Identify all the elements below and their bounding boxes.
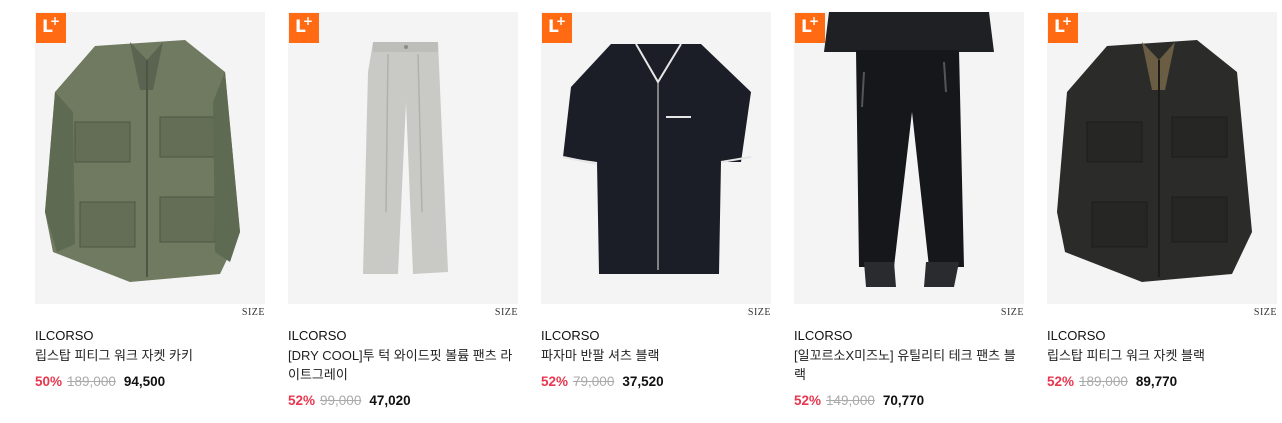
lplus-badge-icon: L +: [795, 13, 825, 43]
product-image[interactable]: L +: [794, 12, 1024, 304]
price-row: 52% 99,000 47,020: [288, 393, 411, 408]
product-name[interactable]: [일꼬르소X미즈노] 유틸리티 테크 팬츠 블랙: [794, 346, 1024, 384]
product-card[interactable]: L + SIZE ILCORSO [DRY COOL]투 턱 와이드핏 볼륨 팬츠…: [288, 12, 518, 423]
product-name[interactable]: 파자마 반팔 셔츠 블랙: [541, 346, 771, 365]
lplus-badge-icon: L +: [36, 13, 66, 43]
sale-price: 47,020: [369, 393, 411, 408]
product-name[interactable]: [DRY COOL]투 턱 와이드핏 볼륨 팬츠 라이트그레이: [288, 346, 518, 384]
product-name[interactable]: 립스탑 피티그 워크 자켓 블랙: [1047, 346, 1277, 365]
brand-name: ILCORSO: [541, 328, 600, 343]
discount-rate: 52%: [541, 374, 569, 389]
product-image[interactable]: L +: [1047, 12, 1277, 304]
product-image[interactable]: L +: [35, 12, 265, 304]
original-price: 79,000: [573, 374, 615, 389]
product-grid: L + SIZE ILCORSO 립스탑 피티그 워크 자켓 카키 50% 189,…: [35, 12, 1282, 423]
price-row: 52% 79,000 37,520: [541, 374, 664, 389]
lplus-badge-icon: L +: [542, 13, 572, 43]
black-jacket-image: [1057, 40, 1252, 282]
discount-rate: 52%: [1047, 374, 1075, 389]
price-row: 52% 149,000 70,770: [794, 393, 924, 408]
product-image[interactable]: L +: [288, 12, 518, 304]
size-label[interactable]: SIZE: [748, 307, 771, 318]
product-image[interactable]: L +: [541, 12, 771, 304]
price-row: 52% 189,000 89,770: [1047, 374, 1177, 389]
sale-price: 89,770: [1135, 374, 1178, 389]
brand-name: ILCORSO: [794, 328, 853, 343]
brand-name: ILCORSO: [1047, 328, 1106, 343]
original-price: 189,000: [67, 374, 116, 389]
product-name[interactable]: 립스탑 피티그 워크 자켓 카키: [35, 346, 265, 365]
product-card[interactable]: L + SIZE ILCORSO 파자마 반팔 셔츠 블랙 52% 79,000 37…: [541, 12, 771, 423]
brand-name: ILCORSO: [288, 328, 347, 343]
sale-price: 70,770: [882, 393, 925, 408]
khaki-jacket-image: [45, 40, 240, 282]
size-label[interactable]: SIZE: [242, 307, 265, 318]
sale-price: 37,520: [622, 374, 664, 389]
price-row: 50% 189,000 94,500: [35, 374, 165, 389]
product-card[interactable]: L + SIZE ILCORSO [일꼬르소X미즈노] 유틸리티 테크 팬츠 블랙…: [794, 12, 1024, 423]
size-label[interactable]: SIZE: [1254, 307, 1277, 318]
discount-rate: 52%: [794, 393, 822, 408]
product-card[interactable]: L + SIZE ILCORSO 립스탑 피티그 워크 자켓 블랙 52% 189,…: [1047, 12, 1277, 423]
light-gray-pants-image: [363, 42, 448, 274]
product-card[interactable]: L + SIZE ILCORSO 립스탑 피티그 워크 자켓 카키 50% 189,…: [35, 12, 265, 423]
lplus-badge-icon: L +: [289, 13, 319, 43]
original-price: 149,000: [826, 393, 875, 408]
lplus-badge-icon: L +: [1048, 13, 1078, 43]
original-price: 189,000: [1079, 374, 1128, 389]
black-tech-pants-image: [824, 12, 994, 287]
discount-rate: 52%: [288, 393, 316, 408]
black-pajama-shirt-image: [562, 43, 752, 274]
size-label[interactable]: SIZE: [1001, 307, 1024, 318]
discount-rate: 50%: [35, 374, 63, 389]
size-label[interactable]: SIZE: [495, 307, 518, 318]
sale-price: 94,500: [123, 374, 166, 389]
original-price: 99,000: [320, 393, 362, 408]
brand-name: ILCORSO: [35, 328, 94, 343]
